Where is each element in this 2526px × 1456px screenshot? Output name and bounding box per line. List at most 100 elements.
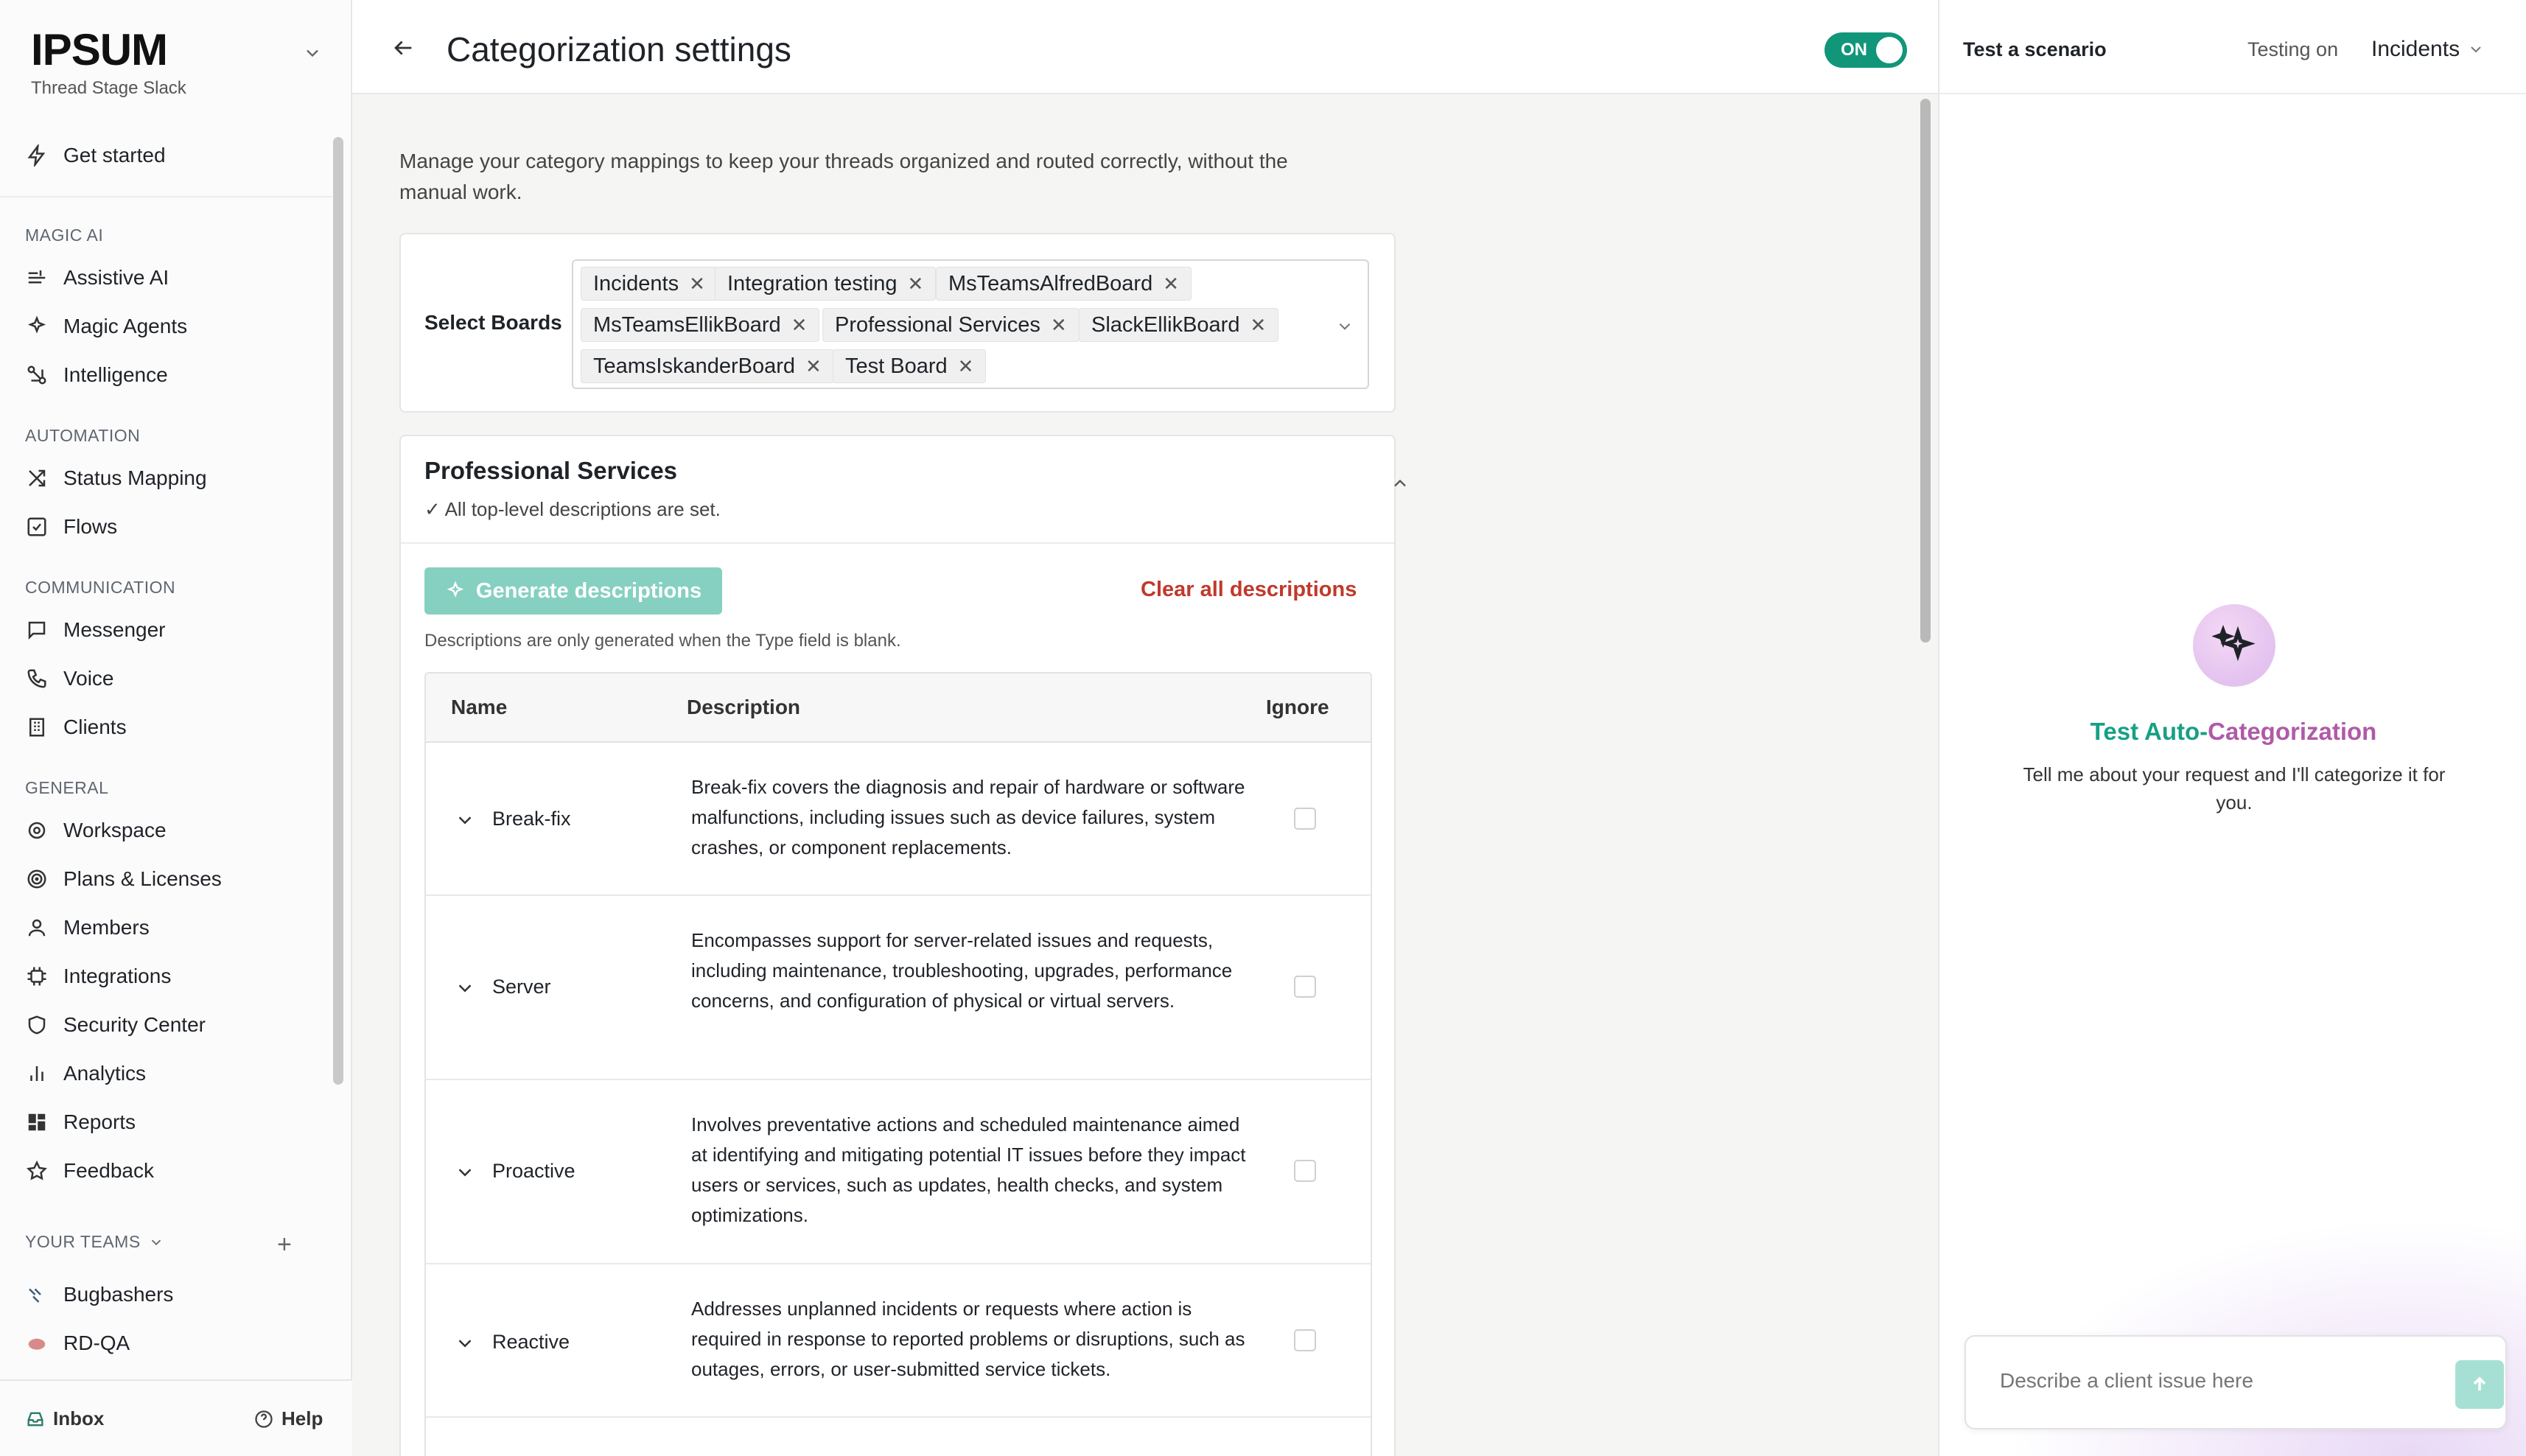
nav-security-center[interactable]: Security Center [25,1007,206,1043]
close-icon[interactable]: ✕ [805,355,822,378]
ignore-checkbox[interactable] [1294,976,1316,998]
ignore-checkbox[interactable] [1294,808,1316,830]
nav-intelligence[interactable]: Intelligence [25,357,168,393]
testing-on-label: Testing on [2247,38,2339,60]
nav-label: Reports [63,1110,136,1133]
close-icon[interactable]: ✕ [689,273,705,295]
workspace-switcher[interactable]: IPSUM Thread Stage Slack [31,28,186,99]
table-row: Server Encompasses support for server-re… [426,896,1371,1080]
nav-messenger[interactable]: Messenger [25,612,166,648]
nav-workspace[interactable]: Workspace [25,812,167,849]
button-label: Generate descriptions [475,578,702,603]
team-rd-qa[interactable]: RD-QA [25,1325,130,1362]
add-team-icon[interactable]: + [277,1231,292,1259]
toggle-knob [1876,37,1903,63]
inbox-button[interactable]: Inbox [25,1407,104,1430]
chat-icon [25,618,49,642]
section-label-magic-ai: MAGIC AI [25,225,104,245]
team-bugbashers[interactable]: Bugbashers [25,1276,173,1313]
generate-descriptions-button[interactable]: Generate descriptions [424,567,722,615]
table-header: Name Description Ignore [426,673,1371,743]
nav-voice[interactable]: Voice [25,660,114,697]
issue-input[interactable] [2000,1369,2413,1393]
board-chip[interactable]: MsTeamsAlfredBoard ✕ [936,267,1192,301]
board-chip[interactable]: Test Board ✕ [833,349,987,383]
help-label: Help [281,1407,323,1429]
chat-composer [1965,1335,2507,1429]
category-name: Reactive [492,1331,570,1353]
category-description[interactable]: Break-fix covers the diagnosis and repai… [691,772,1251,863]
category-description[interactable]: Encompasses support for server-related i… [691,925,1251,1016]
dashboard-icon [25,1110,49,1134]
ignore-checkbox[interactable] [1294,1160,1316,1182]
chevron-down-icon[interactable] [454,809,476,831]
bolt-icon [25,144,49,167]
chevron-down-icon[interactable] [454,977,476,999]
test-title: Test Auto-Categorization [1939,718,2526,746]
chevron-down-icon [2471,46,2481,53]
section-label-communication: COMMUNICATION [25,578,176,597]
clear-descriptions-button[interactable]: Clear all descriptions [1141,578,1357,602]
chip-icon [25,965,49,988]
board-chip[interactable]: Professional Services ✕ [822,308,1080,342]
chevron-down-icon[interactable] [1335,317,1354,336]
chip-label: MsTeamsAlfredBoard [948,271,1153,295]
help-button[interactable]: Help [253,1407,323,1430]
sliders-icon [25,266,49,290]
section-status: ✓ All top-level descriptions are set. [424,498,721,521]
test-scenario-panel: Test a scenario Testing on Incidents Tes… [1938,0,2526,1456]
chip-label: Incidents [593,271,679,295]
panel-title: Test a scenario [1963,38,2107,60]
column-header-ignore: Ignore [1266,696,1329,718]
chip-label: TeamsIskanderBoard [593,354,796,378]
categorization-toggle[interactable]: ON [1824,32,1907,68]
nav-clients[interactable]: Clients [25,709,127,746]
chip-label: Test Board [845,354,948,378]
chevron-down-icon[interactable] [302,43,323,63]
chevron-up-icon[interactable] [1390,473,1410,494]
nav-label: Feedback [63,1159,154,1182]
boards-multiselect[interactable]: Incidents ✕ Integration testing ✕ MsTeamsA… [572,259,1369,389]
close-icon[interactable]: ✕ [1051,314,1067,337]
nav-reports[interactable]: Reports [25,1104,136,1141]
close-icon[interactable]: ✕ [958,355,974,378]
board-chip[interactable]: Integration testing ✕ [715,267,937,301]
close-icon[interactable]: ✕ [1250,314,1266,337]
board-chip[interactable]: Incidents ✕ [581,267,718,301]
shuffle-icon [25,466,49,490]
nav-assistive-ai[interactable]: Assistive AI [25,259,169,296]
board-chip[interactable]: MsTeamsEllikBoard ✕ [581,308,820,342]
nav-feedback[interactable]: Feedback [25,1152,154,1189]
divider [0,196,332,197]
user-icon [25,916,49,939]
main-scrollbar[interactable] [1920,99,1931,643]
close-icon[interactable]: ✕ [908,273,924,295]
sidebar-scrollbar[interactable] [333,137,343,1085]
teams-header[interactable]: YOUR TEAMS [25,1232,164,1252]
board-chip[interactable]: SlackEllikBoard ✕ [1079,308,1279,342]
chevron-down-icon[interactable] [454,1332,476,1354]
nav-integrations[interactable]: Integrations [25,958,171,995]
nav-members[interactable]: Members [25,909,150,946]
nav-label: Status Mapping [63,466,207,489]
nav-status-mapping[interactable]: Status Mapping [25,460,207,497]
chevron-down-icon[interactable] [454,1161,476,1183]
close-icon[interactable]: ✕ [1163,273,1179,295]
nav-magic-agents[interactable]: Magic Agents [25,308,187,345]
back-arrow-icon[interactable] [391,35,416,60]
ignore-checkbox[interactable] [1294,1329,1316,1351]
send-button[interactable] [2455,1360,2504,1409]
board-dropdown[interactable]: Incidents [2371,37,2485,62]
column-header-description: Description [687,696,801,718]
sparkle-icon [447,581,464,598]
category-description[interactable]: Addresses unplanned incidents or request… [691,1294,1251,1385]
category-description[interactable]: Involves preventative actions and schedu… [691,1110,1251,1231]
nav-flows[interactable]: Flows [25,508,117,545]
close-icon[interactable]: ✕ [791,314,808,337]
nav-plans-licenses[interactable]: Plans & Licenses [25,861,222,897]
nav-label: Workspace [63,819,167,841]
nav-get-started[interactable]: Get started [25,137,166,174]
inbox-label: Inbox [53,1407,105,1429]
board-chip[interactable]: TeamsIskanderBoard ✕ [581,349,834,383]
nav-analytics[interactable]: Analytics [25,1055,146,1092]
